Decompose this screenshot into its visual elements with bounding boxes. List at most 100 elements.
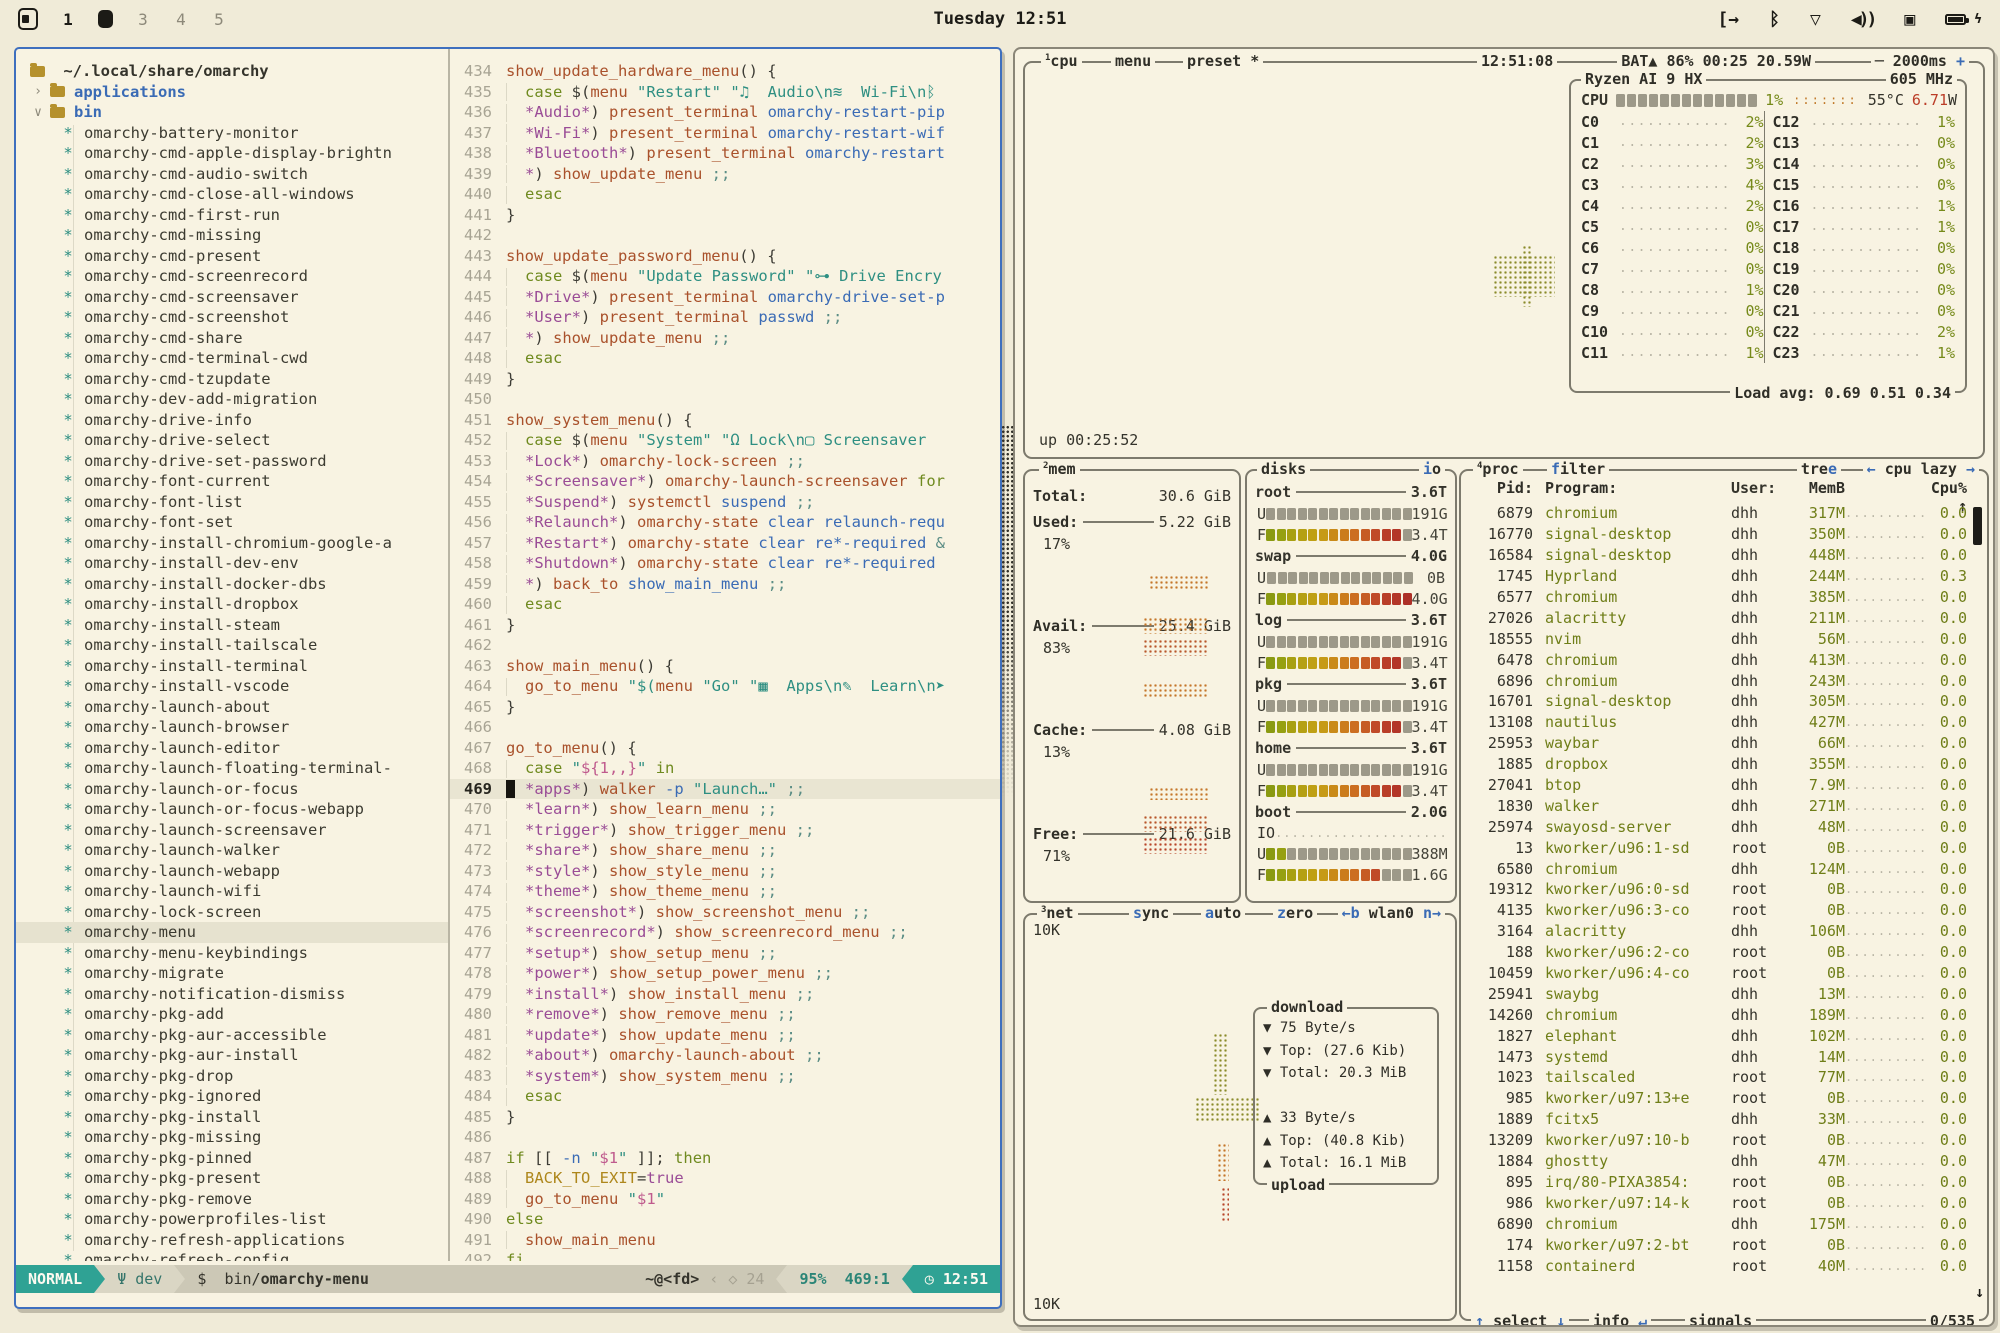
code-line[interactable]: 436*Audio*) present_terminal omarchy-res… [450,102,1000,123]
io-mode-button[interactable]: io [1419,460,1445,478]
code-line[interactable]: 447*) show_update_menu ;; [450,328,1000,349]
process-row[interactable]: 1884ghosttydhh47M..........0.0 [1469,1151,1967,1172]
code-line[interactable]: 487if [[ -n "$1" ]]; then [450,1148,1000,1169]
process-row[interactable]: 18555nvimdhh56M..........0.0 [1469,628,1967,649]
code-line[interactable]: 435case $(menu "Restart" "♫ Audio\n≋ Wi-… [450,82,1000,103]
process-row[interactable]: 13108nautilusdhh427M..........0.0 [1469,712,1967,733]
tree-item[interactable]: *omarchy-cmd-present [30,246,448,267]
tree-item[interactable]: *omarchy-cmd-apple-display-brightn [30,143,448,164]
tree-item[interactable]: *omarchy-launch-or-focus-webapp [30,799,448,820]
process-row[interactable]: 1473systemddhh14M..........0.0 [1469,1046,1967,1067]
process-row[interactable]: 986kworker/u97:14-kroot0B..........0.0 [1469,1192,1967,1213]
code-line[interactable]: 490else [450,1209,1000,1230]
code-line[interactable]: 483*system*) show_system_menu ;; [450,1066,1000,1087]
tree-item[interactable]: *omarchy-launch-floating-terminal- [30,758,448,779]
code-line[interactable]: 481*update*) show_update_menu ;; [450,1025,1000,1046]
process-row[interactable]: 25953waybardhh66M..........0.0 [1469,733,1967,754]
code-line[interactable]: 470*learn*) show_learn_menu ;; [450,799,1000,820]
signals-hint[interactable]: signals [1685,1312,1756,1327]
process-row[interactable]: 1827elephantdhh102M..........0.0 [1469,1025,1967,1046]
code-line[interactable]: 454*Screensaver*) omarchy-launch-screens… [450,471,1000,492]
tree-folder-applications[interactable]: ›applications [30,82,448,103]
workspace-2-active[interactable] [98,10,113,28]
code-line[interactable]: 476*screenrecord*) show_screenrecord_men… [450,922,1000,943]
process-row[interactable]: 6890chromiumdhh175M..........0.0 [1469,1213,1967,1234]
code-line[interactable]: 457*Restart*) omarchy-state clear re*-re… [450,533,1000,554]
battery-icon[interactable] [1945,14,1966,25]
tree-item[interactable]: *omarchy-dev-add-migration [30,389,448,410]
code-line[interactable]: 462 [450,635,1000,656]
tree-item[interactable]: *omarchy-migrate [30,963,448,984]
tree-item[interactable]: *omarchy-cmd-close-all-windows [30,184,448,205]
code-line[interactable]: 475*screenshot*) show_screenshot_menu ;; [450,902,1000,923]
menu-button[interactable]: menu [1111,52,1155,70]
interval-plus-button[interactable]: + [1956,52,1965,70]
tree-item[interactable]: *omarchy-pkg-install [30,1107,448,1128]
code-line[interactable]: 485} [450,1107,1000,1128]
tree-item[interactable]: *omarchy-cmd-terminal-cwd [30,348,448,369]
tree-item[interactable]: *omarchy-drive-set-password [30,451,448,472]
tree-item[interactable]: *omarchy-pkg-missing [30,1127,448,1148]
zero-toggle[interactable]: zero [1273,904,1317,922]
code-line[interactable]: 477*setup*) show_setup_menu ;; [450,943,1000,964]
tree-item[interactable]: *omarchy-battery-monitor [30,123,448,144]
process-row[interactable]: 13209kworker/u97:10-broot0B..........0.0 [1469,1130,1967,1151]
code-line[interactable]: 489go_to_menu "$1" [450,1189,1000,1210]
tree-toggle-button[interactable]: tree [1797,460,1841,478]
sync-toggle[interactable]: sync [1129,904,1173,922]
process-row[interactable]: 6879chromiumdhh317M..........0.0 [1469,503,1967,524]
code-line[interactable]: 450 [450,389,1000,410]
process-row[interactable]: 1745Hyprlanddhh244M..........0.3 [1469,566,1967,587]
process-row[interactable]: 25974swayosd-serverdhh48M..........0.0 [1469,816,1967,837]
mem-box-title[interactable]: 2mem [1039,460,1080,478]
code-line[interactable]: 442 [450,225,1000,246]
sort-selector[interactable]: ← cpu lazy → [1863,460,1979,478]
tree-item[interactable]: *omarchy-install-docker-dbs [30,574,448,595]
tree-item[interactable]: *omarchy-pkg-add [30,1004,448,1025]
process-row[interactable]: 10459kworker/u96:4-coroot0B..........0.0 [1469,963,1967,984]
filter-button[interactable]: filter [1547,460,1609,478]
select-hint[interactable]: ↑ select ↓ [1471,1312,1569,1327]
tree-item[interactable]: *omarchy-drive-select [30,430,448,451]
code-line[interactable]: 437*Wi-Fi*) present_terminal omarchy-res… [450,123,1000,144]
code-line[interactable]: 461} [450,615,1000,636]
tree-item[interactable]: *omarchy-powerprofiles-list [30,1209,448,1230]
code-line[interactable]: 492fi [450,1250,1000,1261]
code-line[interactable]: 452case $(menu "System" "Ω Lock\n▢ Scree… [450,430,1000,451]
code-line[interactable]: 441} [450,205,1000,226]
tree-item[interactable]: *omarchy-pkg-pinned [30,1148,448,1169]
code-line[interactable]: 491show_main_menu [450,1230,1000,1251]
code-line[interactable]: 448esac [450,348,1000,369]
interface-selector[interactable]: ←b wlan0 n→ [1338,904,1445,922]
code-line[interactable]: 445*Drive*) present_terminal omarchy-dri… [450,287,1000,308]
tree-item[interactable]: *omarchy-launch-about [30,697,448,718]
code-line[interactable]: 478*power*) show_setup_power_menu ;; [450,963,1000,984]
code-line[interactable]: 444case $(menu "Update Password" "⊶ Driv… [450,266,1000,287]
process-row[interactable]: 6478chromiumdhh413M..........0.0 [1469,649,1967,670]
tree-item[interactable]: *omarchy-launch-wifi [30,881,448,902]
update-interval-control[interactable]: ─ 2000ms + [1871,52,1969,70]
code-line[interactable]: 467go_to_menu() { [450,738,1000,759]
bluetooth-icon[interactable]: ᛒ [1769,9,1780,30]
scroll-down-icon[interactable]: ↓ [1975,1283,1984,1301]
tree-item[interactable]: *omarchy-cmd-first-run [30,205,448,226]
net-box-title[interactable]: 3net [1037,904,1078,922]
cpu-chip-icon[interactable]: ▣ [1904,9,1915,30]
code-line[interactable]: 439*) show_update_menu ;; [450,164,1000,185]
tree-item[interactable]: *omarchy-lock-screen [30,902,448,923]
code-line[interactable]: 453*Lock*) omarchy-lock-screen ;; [450,451,1000,472]
tree-item[interactable]: *omarchy-cmd-screensaver [30,287,448,308]
tree-item[interactable]: *omarchy-cmd-screenshot [30,307,448,328]
tree-item[interactable]: *omarchy-cmd-tzupdate [30,369,448,390]
tree-item[interactable]: *omarchy-refresh-config [30,1250,448,1261]
preset-button[interactable]: preset * [1183,52,1263,70]
process-row[interactable]: 1885dropboxdhh355M..........0.0 [1469,754,1967,775]
process-row[interactable]: 1023tailscaledroot77M..........0.0 [1469,1067,1967,1088]
code-line[interactable]: 438*Bluetooth*) present_terminal omarchy… [450,143,1000,164]
tree-item[interactable]: *omarchy-launch-walker [30,840,448,861]
code-line[interactable]: 468case "${1,,}" in [450,758,1000,779]
workspace-1[interactable]: 1 [60,10,76,29]
process-row[interactable]: 13kworker/u96:1-sdroot0B..........0.0 [1469,837,1967,858]
process-row[interactable]: 1158containerdroot40M..........0.0 [1469,1255,1967,1276]
code-line[interactable]: 482*about*) omarchy-launch-about ;; [450,1045,1000,1066]
